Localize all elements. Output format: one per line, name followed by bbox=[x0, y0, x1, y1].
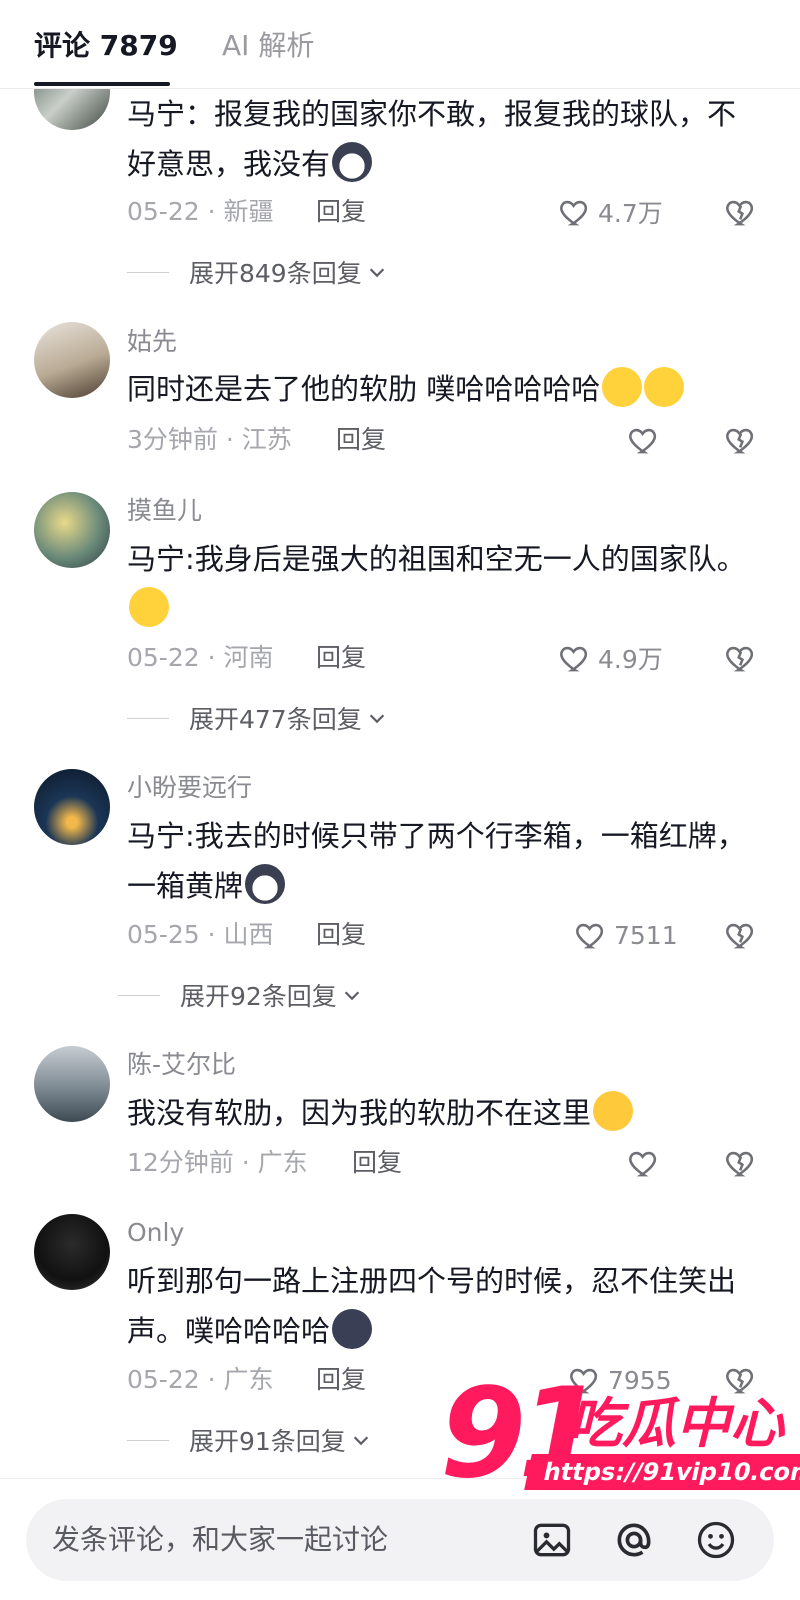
comment-meta: 12分钟前 · 广东 bbox=[127, 1148, 308, 1177]
watermark: 91 吃瓜中心 https://91vip10.com bbox=[440, 1372, 800, 1512]
comment-meta: 05-22 · 广东 bbox=[127, 1365, 274, 1394]
like-count: 4.9万 bbox=[598, 645, 663, 674]
comment-meta: 05-22 · 新疆 bbox=[127, 197, 274, 226]
chevron-down-icon bbox=[353, 1436, 369, 1446]
like-button[interactable]: 7511 bbox=[574, 917, 678, 953]
comment-text: 马宁:我去的时候只带了两个行李箱，一箱红牌，一箱黄牌 bbox=[127, 819, 746, 904]
heart-outline-icon bbox=[560, 646, 588, 672]
comment-list[interactable]: 马宁：报复我的国家你不敢，报复我的球队，不好意思，我没有 05-22 · 新疆 … bbox=[0, 89, 800, 1477]
avatar[interactable] bbox=[34, 322, 110, 398]
like-button[interactable] bbox=[627, 1145, 661, 1181]
reply-button[interactable]: 回复 bbox=[336, 422, 386, 458]
moon-face-emoji-icon bbox=[332, 1309, 373, 1349]
divider bbox=[127, 1439, 169, 1441]
at-sign-icon[interactable] bbox=[612, 1518, 656, 1562]
reply-button[interactable]: 回复 bbox=[316, 1362, 366, 1398]
broken-heart-icon[interactable] bbox=[724, 918, 758, 952]
like-count: 7511 bbox=[614, 920, 678, 950]
heart-outline-icon bbox=[560, 200, 588, 226]
like-button[interactable]: 4.9万 bbox=[558, 640, 663, 676]
comments-header: 评论 7879 AI 解析 bbox=[0, 0, 800, 89]
broken-heart-icon[interactable] bbox=[724, 641, 758, 675]
expand-replies[interactable]: 展开92条回复 bbox=[118, 977, 363, 1013]
expand-replies[interactable]: 展开477条回复 bbox=[127, 700, 388, 736]
comment-text: 马宁：报复我的国家你不敢，报复我的球队，不好意思，我没有 bbox=[127, 97, 737, 182]
heart-outline-icon bbox=[576, 923, 604, 949]
broken-heart-icon[interactable] bbox=[724, 423, 758, 457]
chevron-down-icon bbox=[369, 714, 384, 724]
wolf-emoji-icon bbox=[332, 142, 373, 182]
avatar[interactable] bbox=[34, 1046, 110, 1122]
comment-text: 马宁:我身后是强大的祖国和空无一人的国家队。 bbox=[127, 534, 757, 634]
active-tab-indicator bbox=[34, 82, 170, 86]
laughing-emoji-icon bbox=[602, 367, 643, 407]
comment-text: 同时还是去了他的软肋 噗哈哈哈哈哈 bbox=[127, 364, 757, 414]
reply-button[interactable]: 回复 bbox=[352, 1145, 402, 1181]
avatar[interactable] bbox=[34, 1214, 110, 1290]
comment-text: 我没有软肋，因为我的软肋不在这里 bbox=[127, 1088, 757, 1138]
laughing-emoji-icon bbox=[644, 367, 685, 407]
expand-replies[interactable]: 展开849条回复 bbox=[127, 254, 388, 290]
smiley-icon[interactable] bbox=[694, 1518, 738, 1562]
image-icon[interactable] bbox=[530, 1518, 574, 1562]
comment-meta: 05-22 · 河南 bbox=[127, 643, 274, 672]
broken-heart-icon[interactable] bbox=[724, 195, 758, 229]
divider bbox=[127, 271, 169, 273]
divider bbox=[127, 717, 169, 719]
comment-meta: 05-25 · 山西 bbox=[127, 920, 274, 949]
username[interactable]: 姑先 bbox=[127, 325, 177, 359]
avatar[interactable] bbox=[34, 89, 110, 130]
username[interactable]: 陈-艾尔比 bbox=[127, 1048, 236, 1082]
like-button[interactable]: 4.7万 bbox=[558, 194, 663, 230]
expand-replies[interactable]: 展开91条回复 bbox=[127, 1422, 372, 1458]
username[interactable]: 小盼要远行 bbox=[127, 771, 252, 805]
watermark-url: https://91vip10.com bbox=[524, 1454, 800, 1490]
chevron-down-icon bbox=[369, 268, 384, 278]
wolf-emoji-icon bbox=[245, 864, 286, 904]
reply-button[interactable]: 回复 bbox=[316, 640, 366, 676]
reply-button[interactable]: 回复 bbox=[316, 194, 366, 230]
comment-input-placeholder: 发条评论，和大家一起讨论 bbox=[52, 1523, 389, 1556]
heart-outline-icon bbox=[629, 428, 657, 454]
username[interactable]: Only bbox=[127, 1216, 184, 1250]
chevron-down-icon bbox=[344, 991, 360, 1001]
broken-heart-icon[interactable] bbox=[724, 1146, 758, 1180]
smiling-emoji-icon bbox=[129, 587, 169, 627]
tab-comments[interactable]: 评论 7879 bbox=[34, 26, 178, 66]
tab-ai-analysis[interactable]: AI 解析 bbox=[222, 26, 314, 66]
like-button[interactable] bbox=[627, 422, 661, 458]
avatar[interactable] bbox=[34, 492, 110, 568]
comment-meta: 3分钟前 · 江苏 bbox=[127, 425, 292, 454]
divider bbox=[118, 994, 160, 996]
watermark-name: 吃瓜中心 bbox=[568, 1392, 784, 1455]
avatar[interactable] bbox=[34, 769, 110, 845]
like-count: 4.7万 bbox=[598, 199, 663, 228]
reply-button[interactable]: 回复 bbox=[316, 917, 366, 953]
laughing-emoji-icon bbox=[593, 1091, 634, 1131]
comment-text: 听到那句一路上注册四个号的时候，忍不住笑出声。噗哈哈哈哈 bbox=[127, 1264, 737, 1349]
username[interactable]: 摸鱼儿 bbox=[127, 494, 202, 528]
heart-outline-icon bbox=[629, 1151, 657, 1177]
